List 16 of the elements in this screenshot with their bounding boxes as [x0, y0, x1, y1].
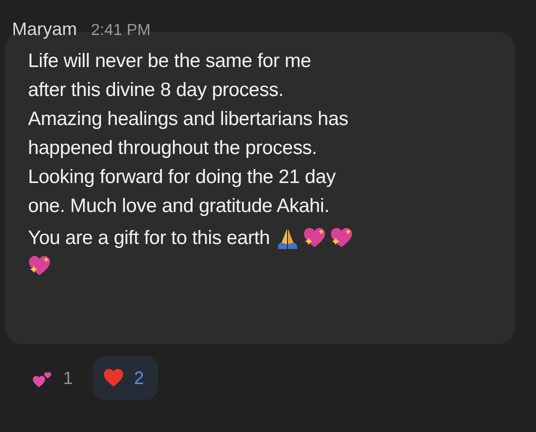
- reaction-button[interactable]: 1: [22, 356, 88, 400]
- message-text-line: one. Much love and gratitude Akahi.: [28, 194, 330, 219]
- message-text-line: after this divine 8 day process.: [28, 78, 284, 103]
- message-text-line: Life will never be the same for me: [28, 49, 312, 74]
- message-text-line: Amazing healings and libertarians has: [28, 107, 348, 132]
- message-time: 2:41 PM: [91, 22, 151, 40]
- sparkling-heart-icon: [302, 227, 326, 250]
- reaction-button[interactable]: 2: [93, 356, 158, 400]
- message-text-line: Looking forward for doing the 21 day: [28, 165, 336, 190]
- message-text-line: happened throughout the process.: [28, 136, 317, 161]
- sender-name: Maryam: [12, 19, 78, 40]
- heart-icon: [103, 368, 124, 388]
- praying-hands-icon: [276, 227, 299, 250]
- sparkling-heart-icon: [330, 227, 353, 250]
- message-text-line: You are a gift for to this earth: [28, 226, 270, 251]
- sparkling-heart-icon: [28, 255, 51, 278]
